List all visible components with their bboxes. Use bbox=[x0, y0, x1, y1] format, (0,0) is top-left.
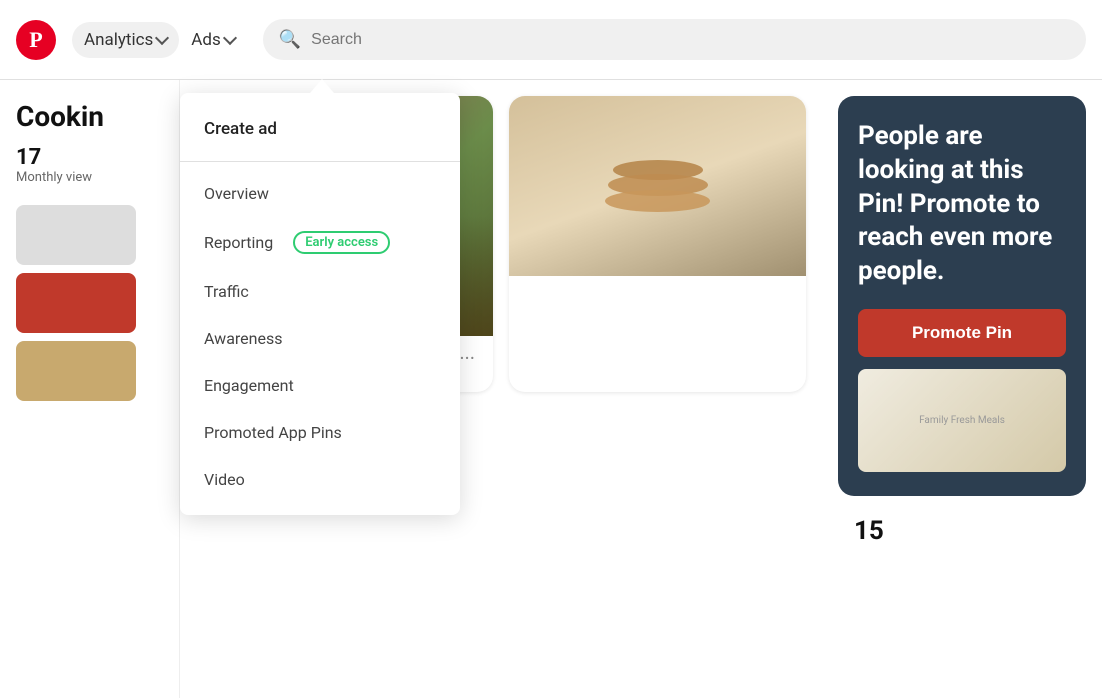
create-ad-item[interactable]: Create ad bbox=[180, 105, 460, 153]
monthly-views-number: 17 bbox=[16, 145, 163, 170]
ads-chevron-icon bbox=[223, 31, 237, 45]
promo-card: People are looking at this Pin! Promote … bbox=[838, 96, 1086, 496]
promo-food-image: Family Fresh Meals bbox=[858, 369, 1066, 472]
overview-label: Overview bbox=[204, 184, 269, 203]
overview-item[interactable]: Overview bbox=[180, 170, 460, 217]
dropdown-arrow bbox=[310, 79, 334, 93]
search-input[interactable] bbox=[311, 31, 1070, 49]
pin-image-food bbox=[509, 96, 806, 276]
video-label: Video bbox=[204, 470, 245, 489]
promoted-app-pins-item[interactable]: Promoted App Pins bbox=[180, 409, 460, 456]
reporting-label: Reporting bbox=[204, 233, 273, 252]
main-content: Cookin 17 Monthly view 200 Eggs a YearPe… bbox=[0, 80, 1102, 698]
left-panel: Cookin 17 Monthly view bbox=[0, 80, 180, 698]
header: P Analytics Ads 🔍 bbox=[0, 0, 1102, 80]
create-ad-label: Create ad bbox=[204, 119, 277, 139]
analytics-chevron-icon bbox=[155, 31, 169, 45]
board-thumb-gray[interactable] bbox=[16, 205, 136, 265]
awareness-item[interactable]: Awareness bbox=[180, 315, 460, 362]
traffic-label: Traffic bbox=[204, 282, 249, 301]
engagement-label: Engagement bbox=[204, 376, 294, 395]
traffic-item[interactable]: Traffic bbox=[180, 268, 460, 315]
monthly-views-label: Monthly view bbox=[16, 170, 163, 185]
pinterest-logo[interactable]: P bbox=[16, 20, 56, 60]
search-icon: 🔍 bbox=[279, 29, 301, 50]
awareness-label: Awareness bbox=[204, 329, 283, 348]
promo-text: People are looking at this Pin! Promote … bbox=[858, 120, 1066, 289]
ads-label: Ads bbox=[191, 30, 220, 50]
right-panel: People are looking at this Pin! Promote … bbox=[822, 80, 1102, 698]
video-item[interactable]: Video bbox=[180, 456, 460, 503]
board-thumbnails bbox=[0, 197, 179, 409]
engagement-item[interactable]: Engagement bbox=[180, 362, 460, 409]
promote-pin-button[interactable]: Promote Pin bbox=[858, 309, 1066, 357]
reporting-item[interactable]: Reporting Early access bbox=[180, 217, 460, 268]
search-bar[interactable]: 🔍 bbox=[263, 19, 1086, 60]
page-title: Cookin bbox=[0, 100, 179, 145]
ads-nav[interactable]: Ads bbox=[179, 22, 246, 58]
dropdown-divider bbox=[180, 161, 460, 162]
early-access-badge: Early access bbox=[293, 231, 390, 254]
stats-row: 17 Monthly view bbox=[0, 145, 179, 197]
ads-dropdown-menu: Create ad Overview Reporting Early acces… bbox=[180, 93, 460, 515]
analytics-label: Analytics bbox=[84, 30, 153, 50]
promoted-app-pins-label: Promoted App Pins bbox=[204, 423, 342, 442]
analytics-nav[interactable]: Analytics bbox=[72, 22, 179, 58]
board-thumb-food[interactable] bbox=[16, 341, 136, 401]
stat-15: 15 bbox=[838, 508, 1086, 554]
pin-card-food bbox=[509, 96, 806, 392]
board-thumb-red[interactable] bbox=[16, 273, 136, 333]
